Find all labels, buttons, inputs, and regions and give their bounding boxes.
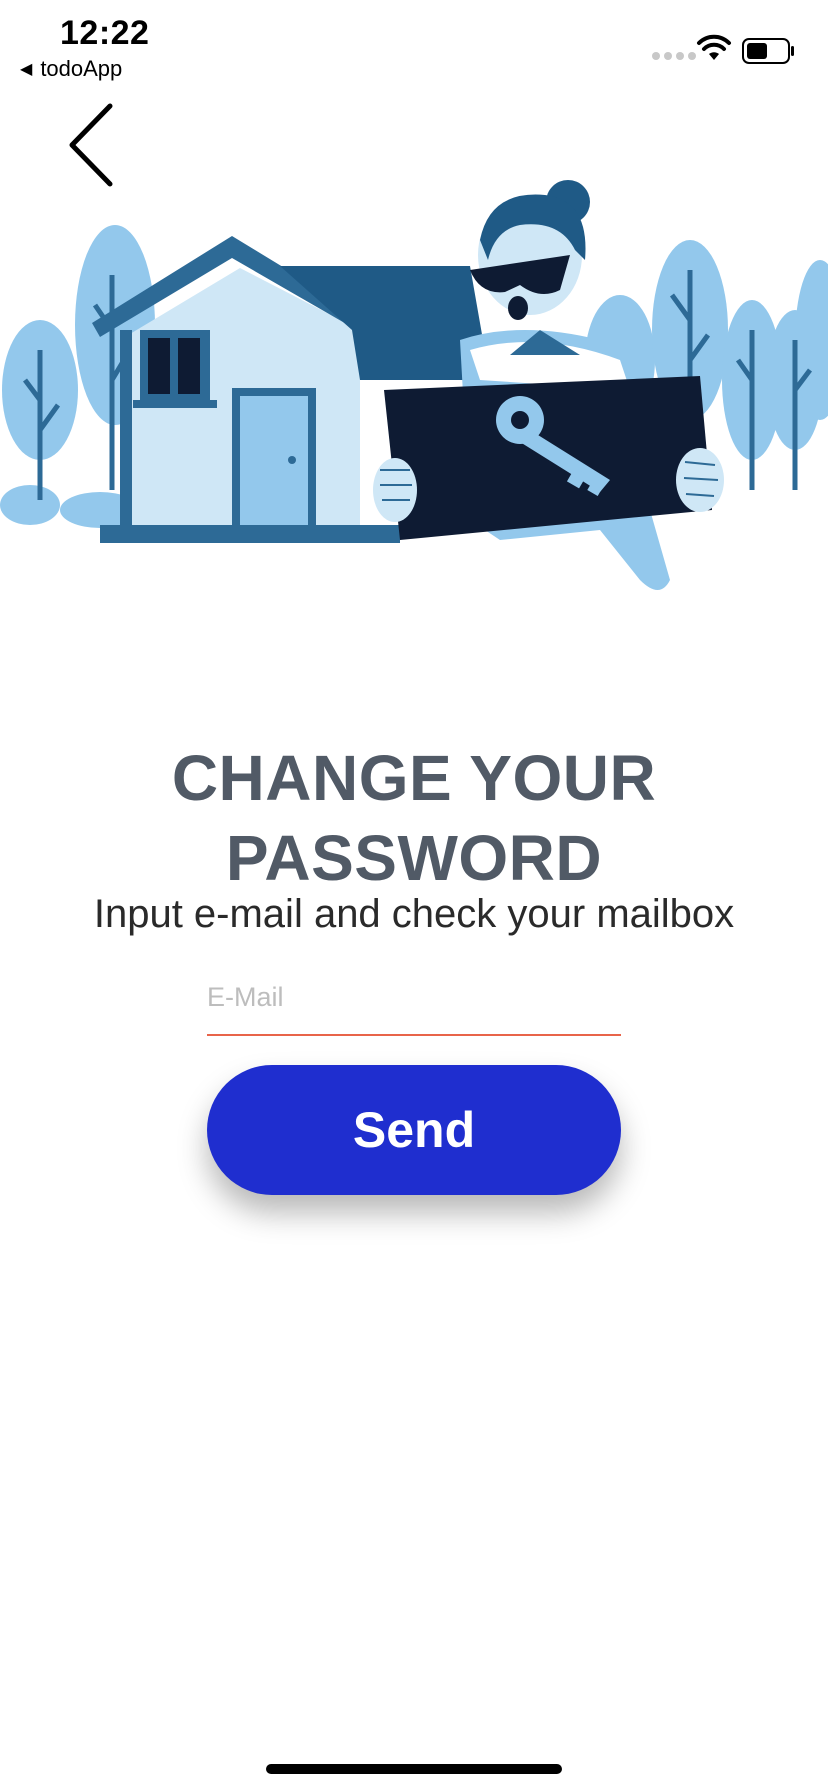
back-triangle-icon: ◀ xyxy=(20,61,33,78)
email-input[interactable] xyxy=(207,960,621,1036)
illustration-image xyxy=(0,180,828,590)
title-line-2: PASSWORD xyxy=(225,822,603,894)
send-button[interactable]: Send xyxy=(207,1065,621,1195)
status-bar: 12:22 ◀ todoApp xyxy=(0,0,828,90)
chevron-left-icon[interactable] xyxy=(60,100,120,190)
status-time: 12:22 xyxy=(60,14,150,52)
wifi-icon xyxy=(697,34,731,60)
title-line-1: CHANGE YOUR xyxy=(171,742,657,814)
back-app-label: todoApp xyxy=(40,56,123,81)
page-title: CHANGE YOUR PASSWORD xyxy=(0,738,828,898)
home-indicator[interactable] xyxy=(266,1764,562,1774)
signal-icon xyxy=(652,52,696,60)
back-to-app-link[interactable]: ◀ todoApp xyxy=(20,56,122,82)
battery-icon xyxy=(742,38,794,64)
page-subtitle: Input e-mail and check your mailbox xyxy=(93,892,735,936)
